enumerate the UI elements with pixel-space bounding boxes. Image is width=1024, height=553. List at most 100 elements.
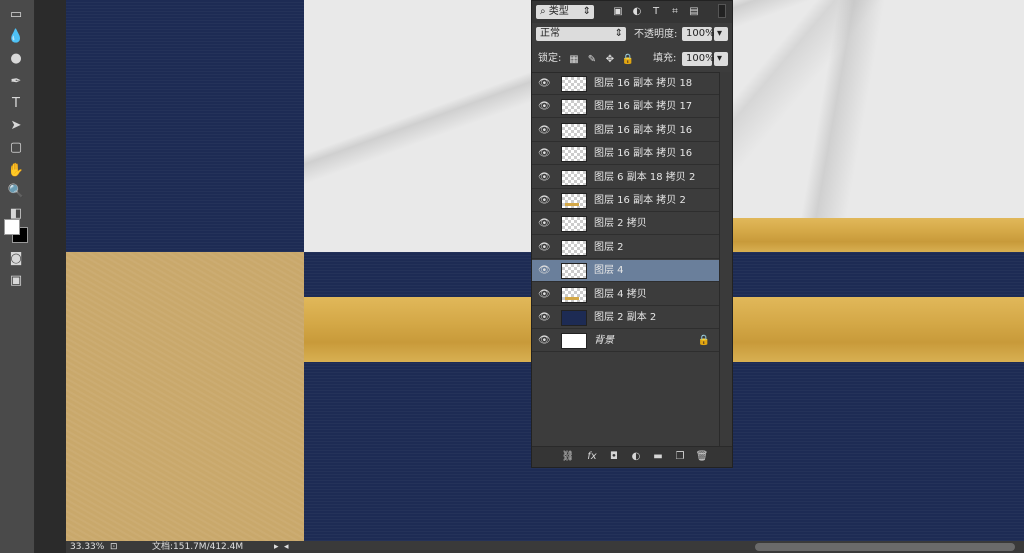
quick-mask-icon[interactable]: ◙ [6,248,26,268]
lock-row: 锁定: ▦ ✎ ✥ 🔒 填充: 100% ▾ [532,48,732,70]
lock-label: 锁定: [538,53,562,64]
eye-visibility-icon[interactable]: 👁 [538,125,551,137]
eye-visibility-icon[interactable]: 👁 [538,289,551,301]
layer-row[interactable]: 👁 图层 6 副本 18 拷贝 2 [532,167,720,189]
opacity-dropdown-button[interactable]: ▾ [714,27,728,41]
eye-visibility-icon[interactable]: 👁 [538,242,551,254]
layer-row[interactable]: 👁 图层 2 [532,237,720,259]
fx-icon[interactable]: fx [585,451,599,463]
lock-all-icon[interactable]: 🔒 [622,53,634,65]
filter-toggle-icon[interactable] [718,4,726,18]
layer-row[interactable]: 👁 图层 4 [532,260,720,283]
layer-name: 图层 16 副本 拷贝 18 [594,78,693,89]
layer-name: 图层 16 副本 拷贝 16 [594,124,693,136]
layer-row[interactable]: 👁 图层 16 副本 拷贝 2 [532,190,720,212]
layer-name: 图层 4 [594,265,624,277]
foreground-color-swatch[interactable] [4,219,20,235]
layers-bottom-bar: ⛓ fx ◘ ◐ ▬ ❐ 🗑 [532,446,732,467]
layer-row[interactable]: 👁 图层 2 拷贝 [532,213,720,236]
layer-name: 图层 16 副本 拷贝 16 [594,148,693,160]
layer-name: 图层 2 [594,241,624,253]
scroll-left-icon[interactable]: ◂ [284,541,289,553]
marquee-tool-icon[interactable]: ▭ [6,4,26,24]
layer-thumbnail [561,193,587,209]
layer-name: 图层 4 拷贝 [594,288,647,300]
shape-filter-icon[interactable]: ⌗ [669,5,681,17]
layer-name: 图层 2 拷贝 [594,218,647,230]
layer-thumbnail [561,263,587,280]
blend-mode-select[interactable]: 正常 ⇕ [536,27,626,41]
screen-mode-icon[interactable]: ▣ [6,270,26,290]
layer-row[interactable]: 👁 图层 16 副本 拷贝 17 [532,96,720,119]
path-selection-tool-icon[interactable]: ➤ [6,115,26,135]
layer-row[interactable]: 👁 图层 16 副本 拷贝 16 [532,143,720,166]
layer-thumbnail [561,146,587,163]
panel-gutter [35,0,66,553]
layer-row[interactable]: 👁 图层 2 副本 2 [532,307,720,329]
lock-transparent-icon[interactable]: ▦ [568,53,580,65]
layer-thumbnail [561,216,587,233]
zoom-tool-icon[interactable]: 🔍 [6,181,26,201]
eye-visibility-icon[interactable]: 👁 [538,265,551,277]
eye-visibility-icon[interactable]: 👁 [538,101,551,113]
tools-panel: ▭ 💧 ● ✒ T ➤ ▢ ✋ 🔍 ◧ ◙ ▣ [0,0,35,553]
eye-visibility-icon[interactable]: 👁 [538,78,551,90]
type-filter-icon[interactable]: T [650,5,662,17]
layer-thumbnail [561,99,587,116]
fill-input[interactable]: 100% [682,52,715,66]
hand-tool-icon[interactable]: ✋ [6,160,26,180]
layer-row[interactable]: 👁 图层 4 拷贝 [532,284,720,306]
rectangle-tool-icon[interactable]: ▢ [6,137,26,157]
layer-thumbnail [561,310,587,326]
status-icon: ⊡ [110,542,118,552]
opacity-label: 不透明度: [634,29,678,40]
pixel-filter-icon[interactable]: ▣ [612,5,624,17]
lock-position-icon[interactable]: ✥ [604,53,616,65]
fill-dropdown-button[interactable]: ▾ [714,52,728,66]
lock-icon: 🔒 [697,335,710,347]
chevron-updown-icon: ⇕ [582,6,591,17]
eye-visibility-icon[interactable]: 👁 [538,148,551,160]
layers-scrollbar[interactable] [719,72,732,448]
eye-visibility-icon[interactable]: 👁 [538,312,551,324]
new-group-icon[interactable]: ▬ [651,451,665,463]
layer-row[interactable]: 👁 图层 16 副本 拷贝 16 [532,120,720,142]
blend-row: 正常 ⇕ 不透明度: 100% ▾ [532,24,732,46]
layer-name: 背景 [594,335,614,347]
pen-tool-icon[interactable]: ✒ [6,71,26,91]
trash-icon[interactable]: 🗑 [695,451,709,463]
adjustment-filter-icon[interactable]: ◐ [631,5,643,17]
add-mask-icon[interactable]: ◘ [607,451,621,463]
layer-row[interactable]: 👁 背景 🔒 [532,330,720,353]
layer-thumbnail [561,333,587,350]
gold-stripe-right-top [732,218,1024,252]
layer-row[interactable]: 👁 图层 16 副本 拷贝 18 [532,73,720,95]
eye-visibility-icon[interactable]: 👁 [538,195,551,207]
layer-filter-bar: ⌕ 类型 ⇕ ▣ ◐ T ⌗ ▤ [532,1,732,23]
link-layers-icon[interactable]: ⛓ [561,451,575,463]
eye-visibility-icon[interactable]: 👁 [538,172,551,184]
lock-image-icon[interactable]: ✎ [586,53,598,65]
new-layer-icon[interactable]: ❐ [673,451,687,463]
tan-block [66,252,304,541]
fill-label: 填充: [653,53,677,64]
filter-type-select[interactable]: ⌕ 类型 ⇕ [536,5,594,19]
eye-visibility-icon[interactable]: 👁 [538,218,551,230]
blend-mode-value: 正常 [540,28,560,39]
layer-list: 👁 图层 16 副本 拷贝 18 👁 图层 16 副本 拷贝 17 👁 图层 16 副本 … [532,72,732,449]
layer-thumbnail [561,122,587,139]
eye-visibility-icon[interactable]: 👁 [538,335,551,347]
layer-name: 图层 2 副本 2 [594,312,657,323]
smartobject-filter-icon[interactable]: ▤ [688,5,700,17]
filter-type-value: 类型 [548,6,569,17]
opacity-input[interactable]: 100% [682,27,715,41]
blur-tool-icon[interactable]: 💧 [6,26,26,46]
status-menu-arrow-icon[interactable]: ▸ [274,541,279,553]
dodge-tool-icon[interactable]: ● [6,48,26,68]
type-tool-icon[interactable]: T [6,93,26,113]
horizontal-scrollbar[interactable] [755,543,1015,551]
adjustment-layer-icon[interactable]: ◐ [629,451,643,463]
layers-panel: ⌕ 类型 ⇕ ▣ ◐ T ⌗ ▤ 正常 ⇕ 不透明度: 100% ▾ 锁定: ▦… [531,0,733,468]
zoom-level[interactable]: 33.33% [70,541,104,553]
layer-thumbnail [561,239,587,256]
